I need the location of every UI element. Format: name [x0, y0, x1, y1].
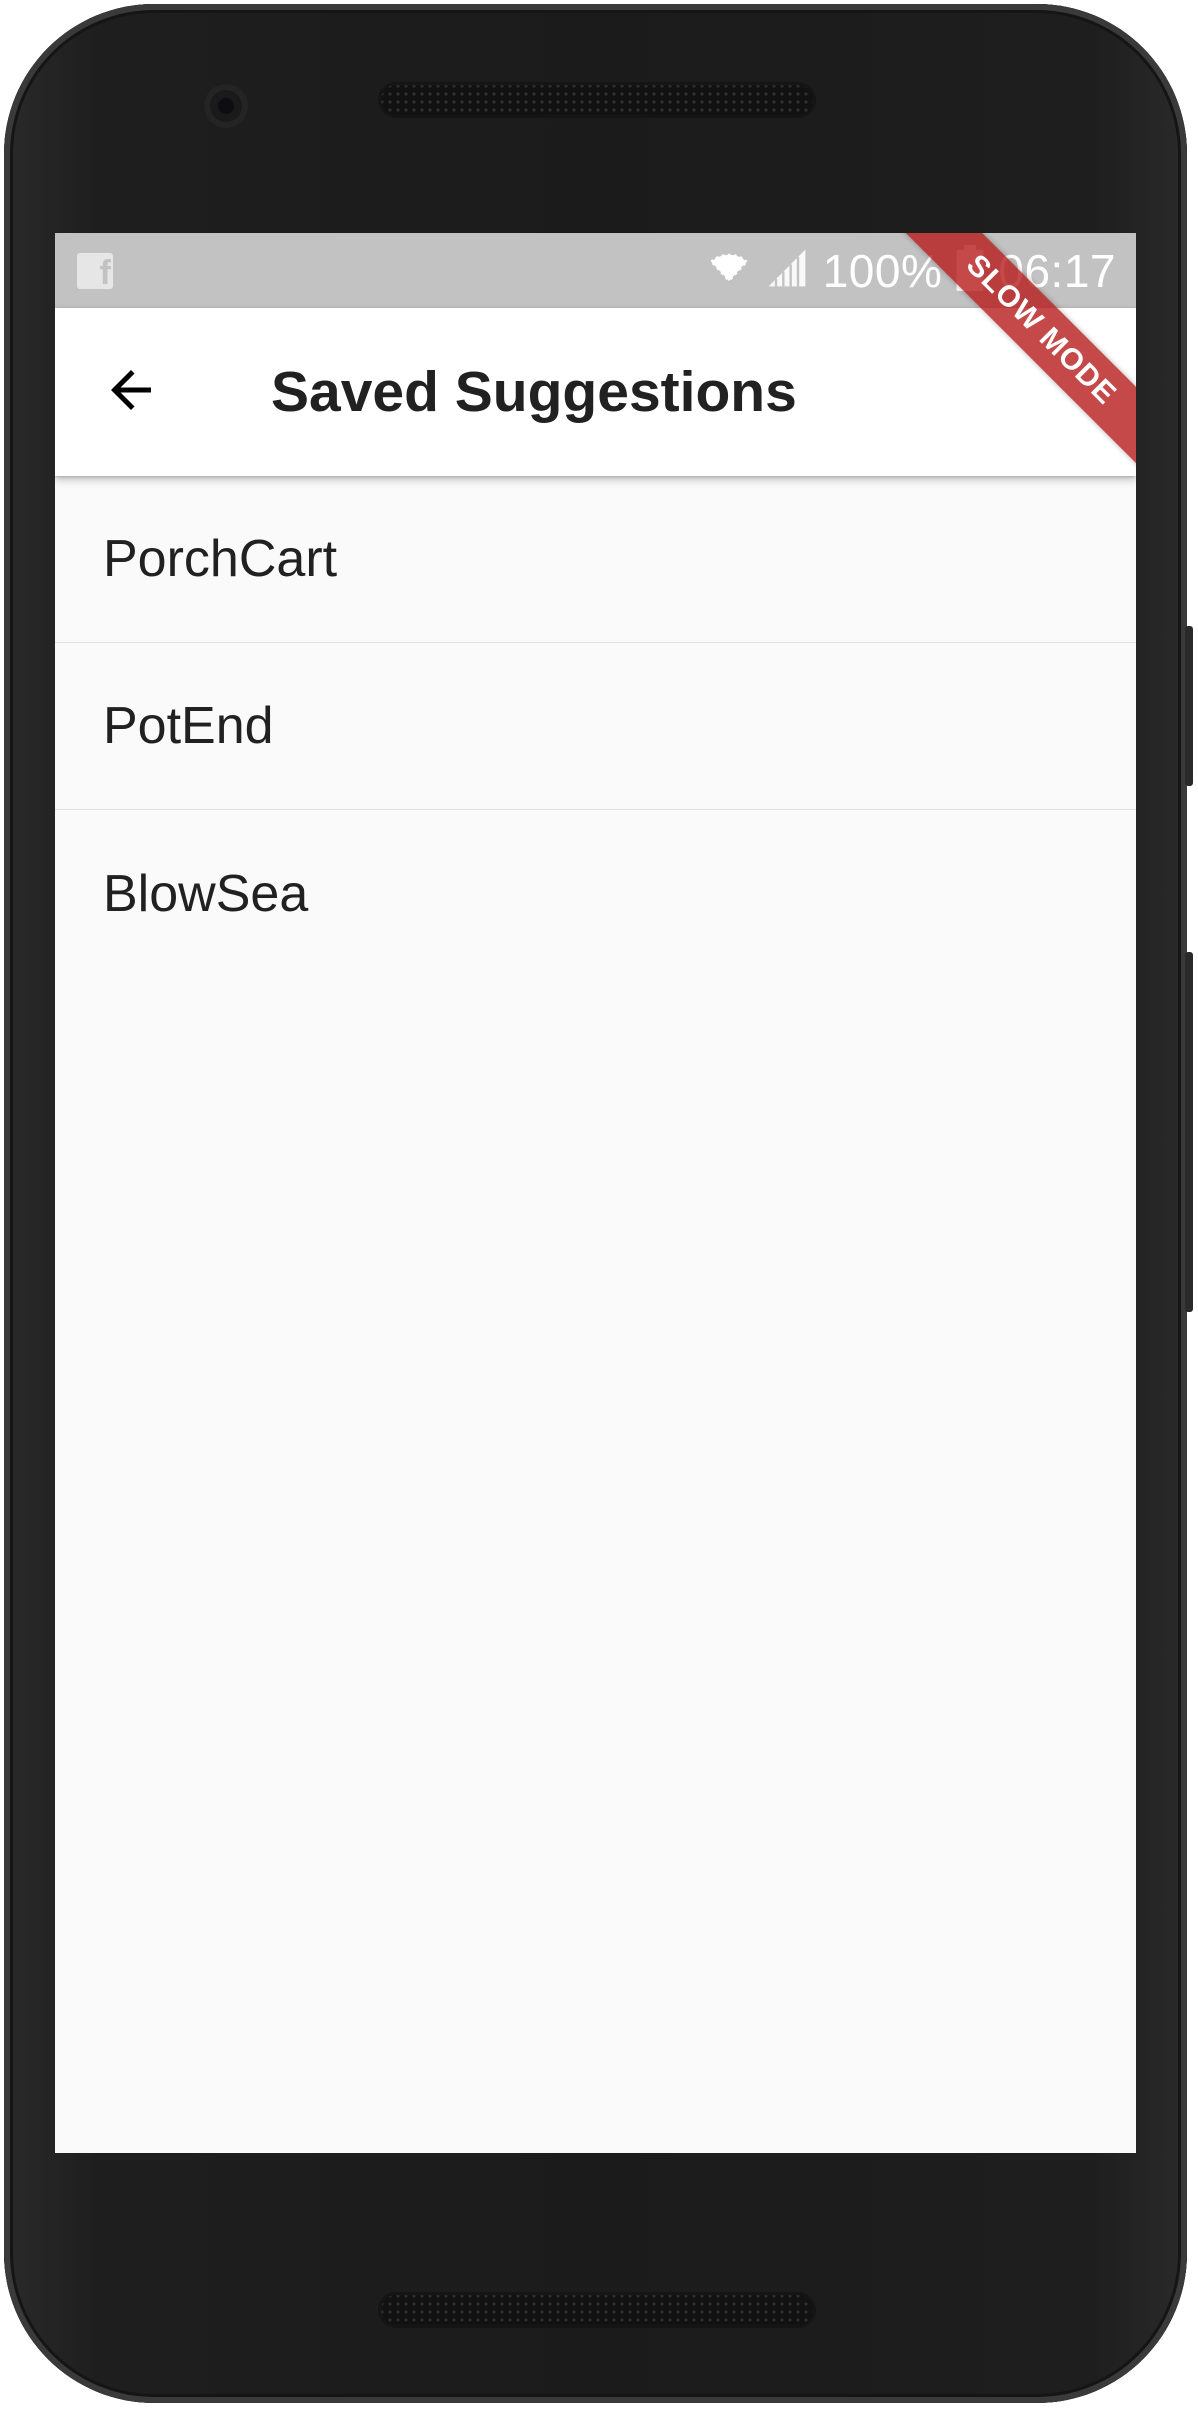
arrow-back-icon: [101, 360, 161, 425]
list-item-label: BlowSea: [103, 864, 309, 923]
wifi-icon: [707, 246, 751, 295]
signal-icon: [765, 246, 809, 295]
list-item[interactable]: BlowSea: [55, 810, 1136, 977]
power-button: [1185, 626, 1193, 786]
status-bar: f 100% 06:17: [55, 233, 1136, 308]
page-title: Saved Suggestions: [271, 360, 797, 424]
volume-button: [1185, 952, 1193, 1312]
battery-icon: [956, 245, 984, 296]
facebook-icon: f: [77, 253, 113, 289]
phone-screen: f 100% 06:17 Saved Suggestions PorchCart…: [55, 233, 1136, 2153]
saved-suggestions-list: PorchCart PotEnd BlowSea: [55, 476, 1136, 977]
top-speaker-grille: [378, 82, 816, 118]
list-item[interactable]: PotEnd: [55, 643, 1136, 810]
list-item-label: PorchCart: [103, 530, 338, 588]
bottom-speaker-grille: [378, 2292, 816, 2328]
status-time: 06:17: [998, 244, 1116, 297]
list-item[interactable]: PorchCart: [55, 476, 1136, 643]
status-icons: 100% 06:17: [707, 233, 1116, 308]
front-camera: [204, 84, 248, 128]
back-button[interactable]: [83, 344, 179, 440]
list-item-label: PotEnd: [103, 697, 274, 755]
app-bar: Saved Suggestions: [55, 308, 1136, 476]
battery-percentage: 100%: [822, 244, 943, 297]
